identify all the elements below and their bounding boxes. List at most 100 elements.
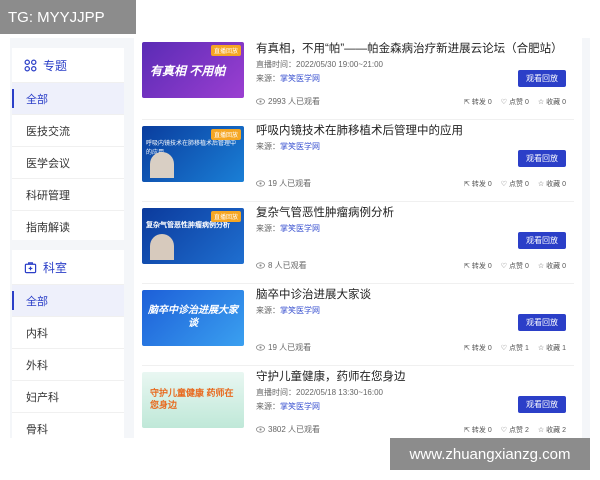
view-count-text: 2993 人已观看: [268, 97, 321, 106]
replay-badge: 直播回放: [210, 211, 241, 222]
topic-item-guidelines[interactable]: 指南解读: [12, 210, 124, 242]
course-title[interactable]: 复杂气管恶性肿瘤病例分析: [256, 204, 576, 220]
dept-item-orthopedics[interactable]: 骨科: [12, 412, 124, 438]
star-icon: ☆: [537, 427, 545, 434]
share-icon: ⇱: [464, 345, 470, 352]
share-action[interactable]: ⇱ 转发 0: [464, 425, 492, 435]
topics-panel: 专题 全部 医技交流 医学会议 科研管理 指南解读: [12, 48, 124, 240]
watch-replay-button[interactable]: 观看回放: [518, 150, 566, 167]
source-link[interactable]: 掌笑医学网: [280, 224, 320, 233]
course-time: 直播时间：2022/05/30 19:00~21:00: [256, 60, 383, 69]
thumbs-up-icon: ♡: [500, 181, 508, 188]
course-thumbnail[interactable]: 呼吸内镜技术在肺移植术后管理中的应用 直播回放: [142, 126, 244, 182]
course-title[interactable]: 守护儿童健康，药师在您身边: [256, 368, 576, 384]
watch-replay-button[interactable]: 观看回放: [518, 70, 566, 87]
course-card: 守护儿童健康 药师在您身边 守护儿童健康，药师在您身边 直播时间：2022/05…: [134, 366, 582, 438]
favorite-action[interactable]: ☆ 收藏 2: [538, 425, 566, 435]
course-info: 守护儿童健康，药师在您身边 直播时间：2022/05/18 13:30~16:0…: [256, 368, 576, 438]
course-thumbnail[interactable]: 复杂气管恶性肿瘤病例分析 直播回放: [142, 208, 244, 264]
course-thumbnail[interactable]: 脑卒中诊治进展大家谈: [142, 290, 244, 346]
share-icon: ⇱: [464, 263, 470, 270]
source-link[interactable]: 掌笑医学网: [280, 402, 320, 411]
share-action[interactable]: ⇱ 转发 0: [464, 97, 492, 107]
sidebar: 专题 全部 医技交流 医学会议 科研管理 指南解读 科室 全部 内科 外科 妇产…: [10, 38, 128, 438]
course-title[interactable]: 脑卒中诊治进展大家谈: [256, 286, 576, 302]
like-count: 点赞 2: [509, 427, 529, 434]
topic-item-conference[interactable]: 医学会议: [12, 146, 124, 178]
watch-replay-button[interactable]: 观看回放: [518, 396, 566, 413]
grid-icon: [24, 59, 37, 71]
share-action[interactable]: ⇱ 转发 0: [464, 343, 492, 353]
course-thumbnail[interactable]: 有真相 不用帕 直播回放: [142, 42, 244, 98]
favorite-action[interactable]: ☆ 收藏 0: [538, 261, 566, 271]
share-count: 转发 0: [471, 427, 492, 434]
like-action[interactable]: ♡ 点赞 0: [501, 179, 529, 189]
topic-item-research[interactable]: 科研管理: [12, 178, 124, 210]
favorite-count: 收藏 0: [546, 181, 566, 188]
thumbnail-text: 脑卒中诊治进展大家谈: [148, 305, 238, 329]
view-count: 19 人已观看: [256, 178, 311, 189]
like-action[interactable]: ♡ 点赞 2: [501, 425, 529, 435]
like-action[interactable]: ♡ 点赞 1: [501, 343, 529, 353]
favorite-action[interactable]: ☆ 收藏 1: [538, 343, 566, 353]
course-info: 呼吸内镜技术在肺移植术后管理中的应用 来源：掌笑医学网 19 人已观看 观看回放…: [256, 122, 576, 198]
course-card: 脑卒中诊治进展大家谈 脑卒中诊治进展大家谈 来源：掌笑医学网 19 人已观看 观…: [134, 284, 582, 366]
topic-item-all[interactable]: 全部: [12, 82, 124, 114]
course-card: 复杂气管恶性肿瘤病例分析 直播回放 复杂气管恶性肿瘤病例分析 来源：掌笑医学网 …: [134, 202, 582, 284]
favorite-action[interactable]: ☆ 收藏 0: [538, 179, 566, 189]
view-count: 2993 人已观看: [256, 96, 320, 107]
star-icon: ☆: [537, 99, 545, 106]
share-action[interactable]: ⇱ 转发 0: [464, 261, 492, 271]
speaker-photo: [150, 234, 174, 260]
topic-item-tech-exchange[interactable]: 医技交流: [12, 114, 124, 146]
course-title[interactable]: 有真相，不用“帕”——帕金森病治疗新进展云论坛（合肥站）: [256, 40, 576, 56]
like-count: 点赞 1: [509, 345, 529, 352]
view-count-text: 19 人已观看: [268, 343, 312, 352]
source-label: 来源：: [256, 74, 280, 83]
like-action[interactable]: ♡ 点赞 0: [501, 97, 529, 107]
topics-header: 专题: [12, 48, 124, 82]
like-action[interactable]: ♡ 点赞 0: [501, 261, 529, 271]
source-label: 来源：: [256, 402, 280, 411]
share-action[interactable]: ⇱ 转发 0: [464, 179, 492, 189]
departments-header: 科室: [12, 250, 124, 284]
speaker-photo: [150, 152, 174, 178]
card-actions: ⇱ 转发 0 ♡ 点赞 1 ☆ 收藏 1: [464, 343, 566, 353]
view-count-text: 8 人已观看: [268, 261, 307, 270]
favorite-count: 收藏 1: [546, 345, 566, 352]
source-link[interactable]: 掌笑医学网: [280, 142, 320, 151]
departments-panel: 科室 全部 内科 外科 妇产科 骨科: [12, 250, 124, 438]
favorite-action[interactable]: ☆ 收藏 0: [538, 97, 566, 107]
source-label: 来源：: [256, 224, 280, 233]
card-actions: ⇱ 转发 0 ♡ 点赞 0 ☆ 收藏 0: [464, 261, 566, 271]
course-info: 复杂气管恶性肿瘤病例分析 来源：掌笑医学网 8 人已观看 观看回放 ⇱ 转发 0 …: [256, 204, 576, 280]
watch-replay-button[interactable]: 观看回放: [518, 232, 566, 249]
thumbs-up-icon: ♡: [500, 427, 508, 434]
source-label: 来源：: [256, 142, 280, 151]
course-title[interactable]: 呼吸内镜技术在肺移植术后管理中的应用: [256, 122, 576, 138]
course-card: 有真相 不用帕 直播回放 有真相，不用“帕”——帕金森病治疗新进展云论坛（合肥站…: [134, 38, 582, 120]
thumbs-up-icon: ♡: [500, 263, 508, 270]
star-icon: ☆: [537, 181, 545, 188]
share-icon: ⇱: [464, 181, 470, 188]
source-link[interactable]: 掌笑医学网: [280, 306, 320, 315]
view-count-text: 19 人已观看: [268, 179, 312, 188]
dept-item-internal[interactable]: 内科: [12, 316, 124, 348]
dept-item-obgyn[interactable]: 妇产科: [12, 380, 124, 412]
like-count: 点赞 0: [509, 99, 529, 106]
dept-item-surgery[interactable]: 外科: [12, 348, 124, 380]
eye-icon: [256, 262, 265, 269]
view-count-text: 3802 人已观看: [268, 425, 321, 434]
favorite-count: 收藏 0: [546, 99, 566, 106]
page-container: 专题 全部 医技交流 医学会议 科研管理 指南解读 科室 全部 内科 外科 妇产…: [10, 38, 590, 438]
source-link[interactable]: 掌笑医学网: [280, 74, 320, 83]
dept-item-all[interactable]: 全部: [12, 284, 124, 316]
course-thumbnail[interactable]: 守护儿童健康 药师在您身边: [142, 372, 244, 428]
course-info: 脑卒中诊治进展大家谈 来源：掌笑医学网 19 人已观看 观看回放 ⇱ 转发 0 ♡…: [256, 286, 576, 362]
watermark-top-left: TG: MYYJJPP: [0, 0, 136, 34]
share-icon: ⇱: [464, 99, 470, 106]
course-card: 呼吸内镜技术在肺移植术后管理中的应用 直播回放 呼吸内镜技术在肺移植术后管理中的…: [134, 120, 582, 202]
share-count: 转发 0: [471, 263, 492, 270]
watch-replay-button[interactable]: 观看回放: [518, 314, 566, 331]
replay-badge: 直播回放: [210, 129, 241, 140]
